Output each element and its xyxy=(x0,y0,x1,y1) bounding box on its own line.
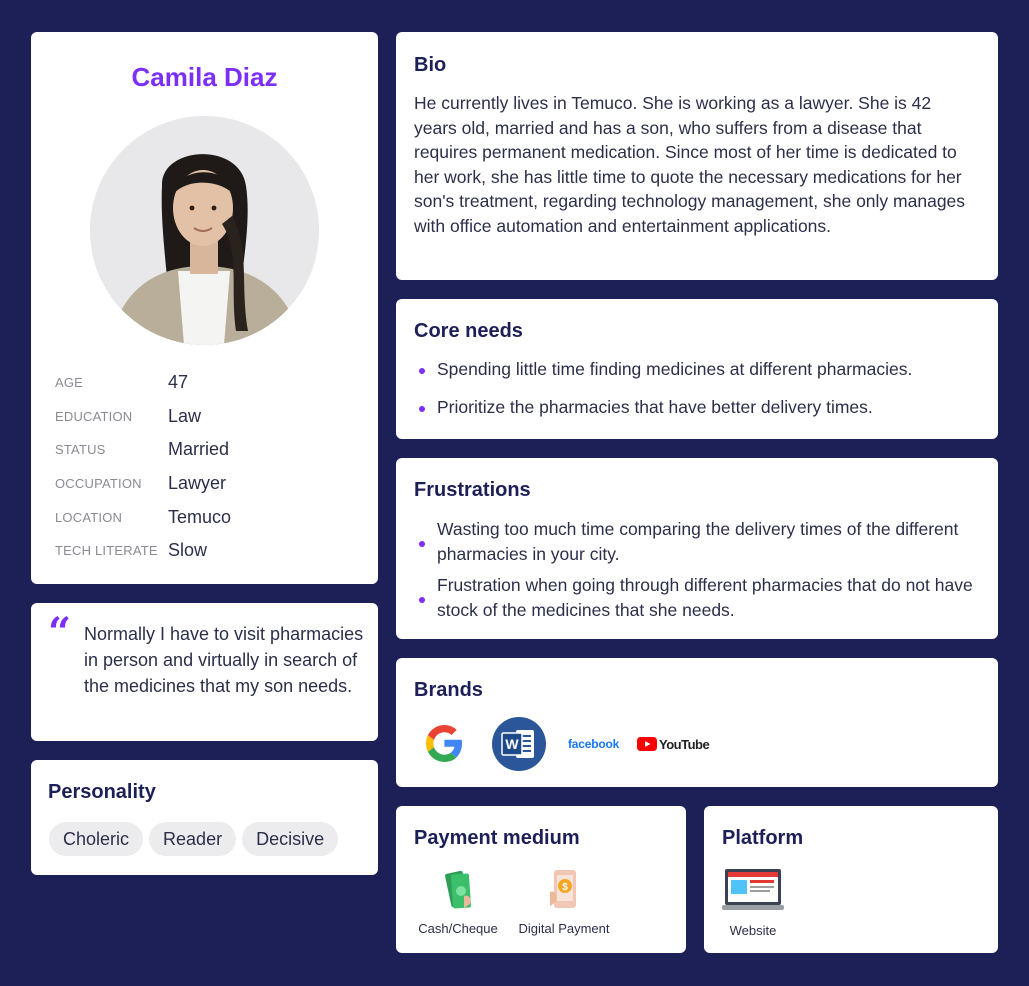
cash-icon xyxy=(445,870,472,909)
list-item-text: Wasting too much time comparing the deli… xyxy=(437,519,959,564)
fact-value: 47 xyxy=(168,372,189,393)
section-title: Frustrations xyxy=(414,479,531,501)
list-item-text: Frustration when going through different… xyxy=(437,575,973,620)
list-item-text: Prioritize the pharmacies that have bett… xyxy=(437,396,873,417)
list-item: Frustration when going through different… xyxy=(414,573,984,622)
section-title: Personality xyxy=(48,781,156,803)
digital-payment-icon: $ xyxy=(550,870,576,908)
fact-label: OCCUPATION xyxy=(55,476,142,492)
fact-label: AGE xyxy=(55,375,84,391)
fact-label: LOCATION xyxy=(55,509,123,525)
list-item: Spending little time finding medicines a… xyxy=(414,357,984,382)
payment-item-digital: $ Digital Payment xyxy=(514,868,614,936)
fact-value: Married xyxy=(168,439,230,460)
platform-card: Platform Website xyxy=(704,806,998,953)
personality-traits: Choleric Reader Decisive xyxy=(49,822,339,856)
quote-card: “ Normally I have to visit pharmacies in… xyxy=(31,603,378,741)
brands-card: Brands W facebook YouTube xyxy=(396,658,998,787)
svg-text:$: $ xyxy=(562,882,568,893)
frustrations-card: Frustrations Wasting too much time compa… xyxy=(396,458,998,639)
fact-education: EDUCATION Law xyxy=(55,400,231,434)
platform-item-website: Website xyxy=(721,868,785,938)
payment-medium-card: Payment medium Cash/Cheque $ Digital Pay… xyxy=(396,806,686,953)
fact-label: STATUS xyxy=(55,442,106,458)
section-title: Core needs xyxy=(414,320,523,342)
quote-mark-icon: “ xyxy=(48,609,72,656)
list-item: Wasting too much time comparing the deli… xyxy=(414,517,984,566)
persona-facts: AGE 47 EDUCATION Law STATUS Married OCCU… xyxy=(55,366,231,568)
fact-label: EDUCATION xyxy=(55,408,133,424)
core-needs-list: Spending little time finding medicines a… xyxy=(414,357,984,432)
section-title: Brands xyxy=(414,679,483,701)
list-item-text: Spending little time finding medicines a… xyxy=(437,359,913,379)
frustrations-list: Wasting too much time comparing the deli… xyxy=(414,517,984,629)
fact-location: LOCATION Temuco xyxy=(55,500,231,534)
quote-text: Normally I have to visit pharmacies in p… xyxy=(84,624,364,696)
persona-name: Camila Diaz xyxy=(131,62,278,92)
fact-age: AGE 47 xyxy=(55,366,231,400)
fact-value: Slow xyxy=(168,540,208,561)
fact-value: Lawyer xyxy=(168,473,227,494)
list-item: Prioritize the pharmacies that have bett… xyxy=(414,395,984,420)
youtube-logo-icon: YouTube xyxy=(637,717,710,771)
platform-label: Website xyxy=(729,923,777,938)
microsoft-word-icon: W xyxy=(492,717,546,771)
avatar xyxy=(90,116,319,345)
bio-text: He currently lives in Temuco. She is wor… xyxy=(414,93,966,236)
svg-text:W: W xyxy=(505,736,519,752)
facebook-wordmark: facebook xyxy=(568,737,620,751)
bio-card: Bio He currently lives in Temuco. She is… xyxy=(396,32,998,280)
payment-label: Digital Payment xyxy=(518,921,610,936)
fact-value: Temuco xyxy=(168,506,232,527)
laptop-website-icon xyxy=(722,869,784,910)
trait-chip: Reader xyxy=(149,822,237,856)
google-logo-icon xyxy=(422,717,466,769)
trait-chip: Choleric xyxy=(49,822,144,856)
fact-occupation: OCCUPATION Lawyer xyxy=(55,467,231,501)
youtube-wordmark: YouTube xyxy=(659,736,710,752)
avatar-photo-icon xyxy=(90,116,319,345)
fact-tech-literate: TECH LITERATE Slow xyxy=(55,534,231,568)
fact-label: TECH LITERATE xyxy=(55,543,158,559)
payment-label: Cash/Cheque xyxy=(418,921,498,936)
bullet-icon xyxy=(419,368,425,375)
bullet-icon xyxy=(419,540,425,547)
trait-chip: Decisive xyxy=(242,822,339,856)
fact-value: Law xyxy=(168,405,202,426)
section-title: Bio xyxy=(414,54,447,76)
bullet-icon xyxy=(419,405,425,412)
facebook-logo-icon: facebook xyxy=(568,717,619,771)
section-title: Platform xyxy=(722,827,804,849)
personality-card: Personality Choleric Reader Decisive xyxy=(31,760,378,875)
payment-item-cash: Cash/Cheque xyxy=(413,868,503,936)
bullet-icon xyxy=(419,596,425,603)
fact-status: STATUS Married xyxy=(55,433,231,467)
profile-card: Camila Diaz AGE 47 EDUCATION Law STATUS … xyxy=(31,32,378,584)
section-title: Payment medium xyxy=(414,827,580,849)
core-needs-card: Core needs Spending little time finding … xyxy=(396,299,998,439)
